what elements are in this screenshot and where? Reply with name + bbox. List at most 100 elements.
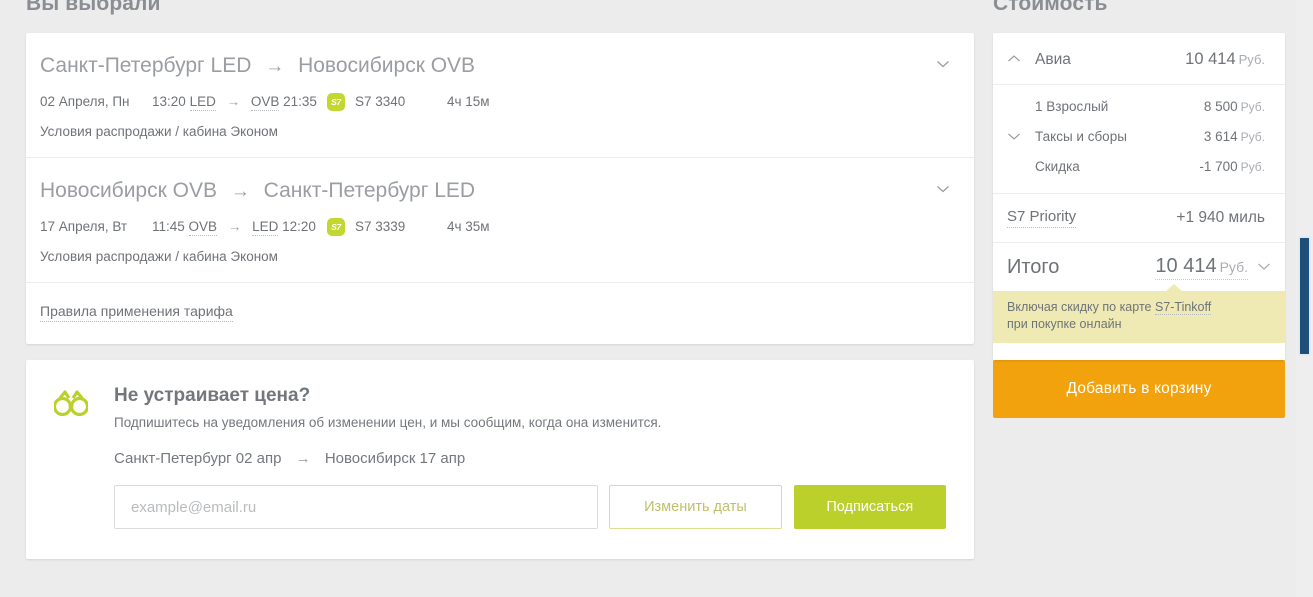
arrival-airport-code[interactable]: LED: [252, 219, 279, 236]
chevron-down-icon[interactable]: [934, 180, 952, 198]
add-to-cart-button[interactable]: Добавить в корзину: [993, 360, 1285, 418]
price-row-taxes[interactable]: Таксы и сборы 3 614 Руб.: [993, 121, 1285, 151]
flight-number-group: S7 3339: [327, 218, 447, 236]
taxes-currency: Руб.: [1240, 129, 1265, 144]
subscription-route-destination: Новосибирск 17 апр: [324, 450, 466, 467]
price-subscription-card: Не устраивает цена? Подпишитесь на уведо…: [26, 360, 974, 559]
flight-times: 11:45 OVB → LED 12:20: [152, 218, 327, 236]
discount-amount: -1 700: [1199, 158, 1238, 174]
flight-number: S7 3340: [355, 94, 406, 109]
flight-route: Новосибирск OVB → Санкт-Петербург LED: [40, 178, 948, 205]
left-column: Санкт-Петербург LED → Новосибирск OVB 02…: [26, 33, 974, 559]
price-summary-card: Авиа 10 414 Руб. 1 Взрослый 8 500 Руб. Т…: [993, 33, 1285, 360]
subscription-title: Не устраивает цена?: [114, 385, 311, 406]
fare-rules-row: Правила применения тарифа: [26, 283, 974, 344]
flight-details-line: 02 Апреля, Пн 13:20 LED → OVB 21:35 S7 3…: [40, 93, 948, 111]
departure-time: 13:20: [152, 94, 186, 109]
flight-times: 13:20 LED → OVB 21:35: [152, 93, 327, 111]
discount-currency: Руб.: [1240, 159, 1265, 174]
taxes-label-group: Таксы и сборы: [1007, 129, 1204, 144]
chevron-down-icon[interactable]: [1257, 258, 1271, 276]
flight-date: 17 Апреля, Вт: [40, 219, 128, 234]
route-origin: Санкт-Петербург LED: [40, 54, 252, 77]
subscription-route: Санкт-Петербург 02 апр → Новосибирск 17 …: [114, 450, 946, 467]
arrow-icon: →: [227, 219, 242, 234]
price-row-adult: 1 Взрослый 8 500 Руб.: [993, 91, 1285, 121]
tooltip-line-1: Включая скидку по карте S7-Tinkoff: [1007, 299, 1271, 316]
departure-airport-code[interactable]: LED: [189, 94, 216, 111]
price-row-avia[interactable]: Авиа 10 414 Руб.: [993, 33, 1285, 85]
arrival-time: 12:20: [282, 219, 316, 234]
flight-date: 02 Апреля, Пн: [40, 94, 130, 109]
tooltip-text-pre: Включая скидку по карте: [1007, 300, 1155, 314]
avia-currency: Руб.: [1238, 52, 1265, 67]
taxes-amount-group: 3 614 Руб.: [1204, 129, 1265, 144]
avia-amount: 10 414: [1185, 50, 1236, 68]
avia-label: Авиа: [1035, 50, 1071, 68]
page-title-selection: Вы выбрали: [26, 0, 161, 15]
fare-conditions: Условия распродажи / кабина Эконом: [40, 249, 278, 264]
avia-amount-group: 10 414 Руб.: [1185, 50, 1265, 69]
adult-label: 1 Взрослый: [1035, 98, 1109, 114]
page-scrollbar-track[interactable]: [1296, 0, 1313, 597]
subscription-description: Подпишитесь на уведомления об изменении …: [114, 415, 662, 430]
flight-duration: 4ч 35м: [447, 219, 490, 234]
s7-logo-icon: [327, 218, 345, 236]
total-amount: 10 414: [1155, 254, 1217, 277]
fare-rules-link[interactable]: Правила применения тарифа: [40, 303, 233, 322]
s7-priority-miles: +1 940 миль: [1176, 209, 1265, 226]
taxes-amount: 3 614: [1203, 128, 1238, 144]
subscribe-button[interactable]: Подписаться: [793, 485, 946, 529]
flight-segment: Новосибирск OVB → Санкт-Петербург LED 17…: [26, 158, 974, 283]
price-row-priority: S7 Priority +1 940 миль: [993, 194, 1285, 242]
email-input[interactable]: [114, 485, 599, 529]
departure-time: 11:45: [152, 219, 185, 234]
card-footer-spacer: [993, 343, 1285, 360]
itinerary-card: Санкт-Петербург LED → Новосибирск OVB 02…: [26, 33, 974, 344]
binoculars-icon: [52, 384, 114, 421]
subscription-header: Не устраивает цена? Подпишитесь на уведо…: [52, 384, 946, 432]
fare-conditions: Условия распродажи / кабина Эконом: [40, 124, 278, 139]
total-currency: Руб.: [1219, 258, 1248, 275]
discount-tooltip: Включая скидку по карте S7-Tinkoff при п…: [993, 284, 1285, 343]
route-destination: Санкт-Петербург LED: [263, 179, 476, 202]
adult-amount: 8 500: [1203, 98, 1238, 114]
flight-details-line: 17 Апреля, Вт 11:45 OVB → LED 12:20 S7 3…: [40, 218, 948, 236]
arrow-icon: →: [226, 94, 241, 109]
price-row-discount: Скидка -1 700 Руб.: [993, 151, 1285, 181]
flight-route: Санкт-Петербург LED → Новосибирск OVB: [40, 53, 948, 80]
arrival-time: 21:35: [283, 94, 317, 109]
arrow-icon: →: [265, 56, 285, 77]
discount-label-group: Скидка: [1007, 159, 1199, 174]
subscription-form: Изменить даты Подписаться: [114, 485, 946, 529]
page-title-price: Стоимость: [993, 0, 1108, 15]
chevron-down-icon[interactable]: [934, 55, 952, 73]
flight-number: S7 3339: [355, 219, 406, 234]
total-amount-group[interactable]: 10 414 Руб.: [1155, 255, 1248, 280]
chevron-down-icon[interactable]: [1007, 129, 1021, 144]
total-label: Итого: [1007, 255, 1060, 278]
chevron-up-icon[interactable]: [1007, 51, 1021, 69]
price-column: Авиа 10 414 Руб. 1 Взрослый 8 500 Руб. Т…: [993, 33, 1285, 418]
s7-logo-icon: [327, 93, 345, 111]
adult-amount-group: 8 500 Руб.: [1204, 99, 1265, 114]
departure-airport-code[interactable]: OVB: [188, 219, 218, 236]
flight-duration: 4ч 15м: [447, 94, 490, 109]
price-row-total: Итого 10 414 Руб.: [993, 243, 1285, 291]
page-scrollbar-thumb[interactable]: [1298, 236, 1311, 356]
change-dates-button[interactable]: Изменить даты: [609, 485, 782, 529]
flight-segment: Санкт-Петербург LED → Новосибирск OVB 02…: [26, 33, 974, 158]
s7-priority-link[interactable]: S7 Priority: [1007, 208, 1077, 228]
flight-number-group: S7 3340: [327, 93, 447, 111]
arrival-airport-code[interactable]: OVB: [250, 94, 280, 111]
route-destination: Новосибирск OVB: [298, 54, 476, 77]
discount-label: Скидка: [1035, 158, 1080, 174]
s7-tinkoff-link[interactable]: S7-Tinkoff: [1154, 300, 1212, 315]
adult-label-group: 1 Взрослый: [1007, 99, 1204, 114]
route-origin: Новосибирск OVB: [40, 179, 217, 202]
discount-amount-group: -1 700 Руб.: [1199, 159, 1265, 174]
avia-label-group: Авиа: [1007, 51, 1185, 69]
booking-page: Вы выбрали Стоимость Санкт-Петербург LED…: [0, 0, 1313, 597]
subscription-route-origin: Санкт-Петербург 02 апр: [114, 450, 282, 467]
tooltip-line-2: при покупке онлайн: [1007, 317, 1122, 331]
